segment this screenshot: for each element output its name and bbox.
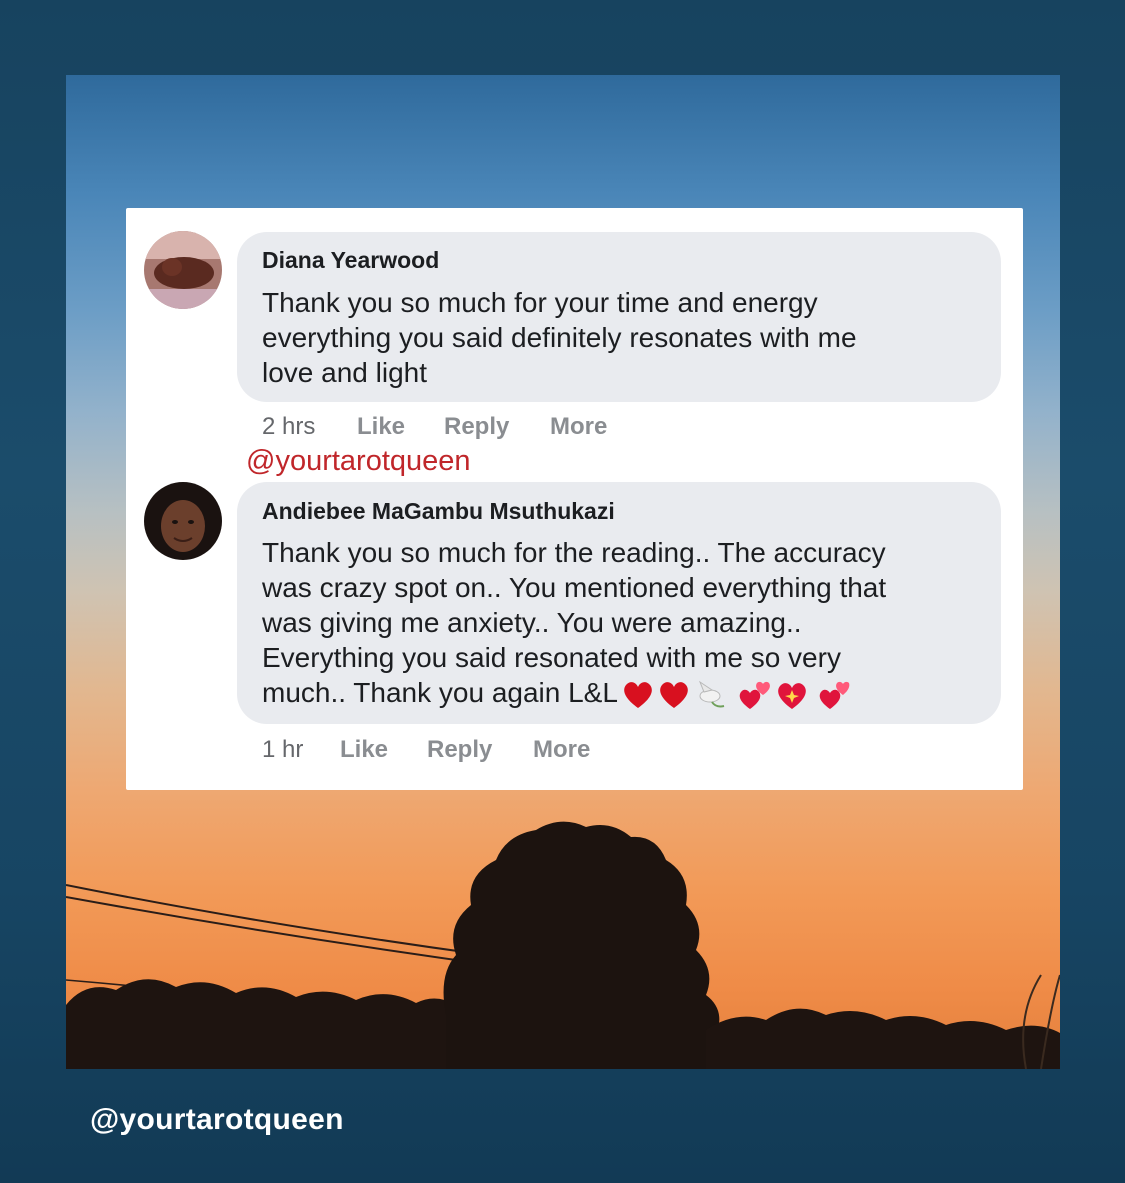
watermark-handle: @yourtarotqueen [246, 445, 471, 477]
revolving-hearts-icon [739, 681, 770, 709]
red-heart-icon [660, 681, 688, 708]
comment-line-last: much.. Thank you again L&L [262, 675, 886, 712]
avatar-photo [144, 482, 222, 560]
like-button[interactable]: Like [340, 736, 388, 764]
comment-line: Thank you so much for your time and ener… [262, 287, 818, 318]
comment-author[interactable]: Diana Yearwood [262, 247, 439, 274]
comment-line: was giving me anxiety.. You were amazing… [262, 607, 802, 638]
comment-timestamp: 2 hrs [262, 413, 316, 440]
emoji-row [624, 680, 850, 709]
comment-text: Thank you so much for your time and ener… [262, 285, 857, 390]
commenter-avatar[interactable] [144, 231, 222, 309]
comment-line: was crazy spot on.. You mentioned everyt… [262, 572, 887, 603]
comment-line: everything you said definitely resonates… [262, 322, 857, 353]
avatar-photo [144, 231, 222, 309]
more-button[interactable]: More [533, 736, 590, 764]
comment-timestamp: 1 hr [262, 736, 304, 763]
footer-handle: @yourtarotqueen [90, 1103, 344, 1136]
comment-author[interactable]: Andiebee MaGambu Msuthukazi [262, 498, 615, 525]
revolving-hearts-icon [819, 681, 850, 709]
comment-text: Thank you so much for the reading.. The … [262, 535, 886, 712]
comment-line: much.. Thank you again L&L [262, 677, 618, 708]
more-button[interactable]: More [550, 413, 607, 441]
sparkling-heart-icon [778, 682, 806, 709]
like-button[interactable]: Like [357, 413, 405, 441]
reply-button[interactable]: Reply [427, 736, 492, 764]
red-heart-icon [624, 681, 652, 708]
comment-line: Thank you so much for the reading.. The … [262, 537, 886, 568]
commenter-avatar[interactable] [144, 482, 222, 560]
dove-icon [698, 680, 725, 708]
reply-button[interactable]: Reply [444, 413, 509, 441]
comment-line: Everything you said resonated with me so… [262, 642, 841, 673]
comment-line: love and light [262, 357, 428, 388]
